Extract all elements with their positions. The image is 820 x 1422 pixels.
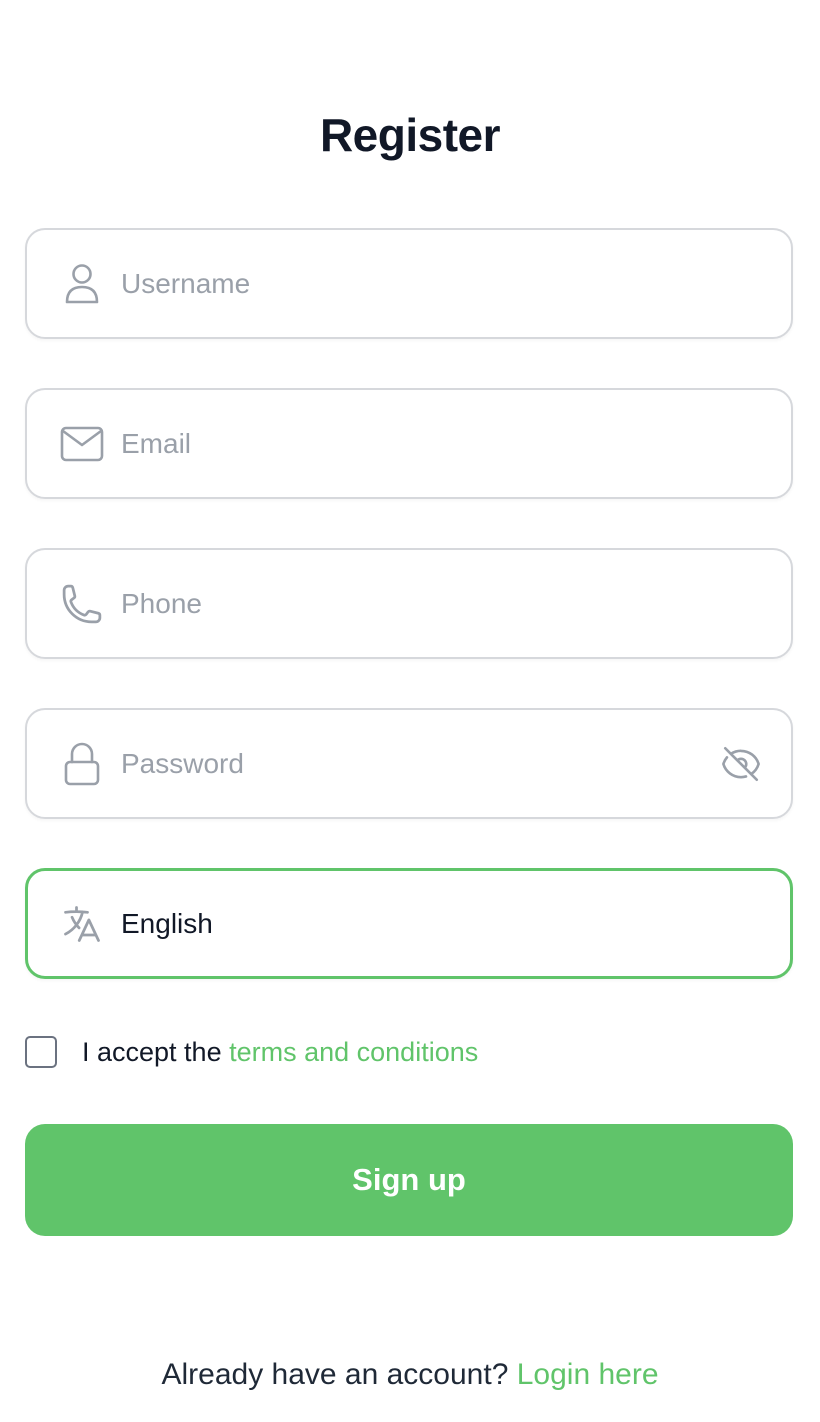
eye-off-icon[interactable] [719, 742, 763, 786]
login-prompt-text: Already have an account? [161, 1358, 517, 1391]
translate-icon [59, 901, 105, 947]
username-input[interactable] [121, 230, 711, 337]
phone-icon [59, 581, 105, 627]
terms-prefix: I accept the [82, 1036, 230, 1067]
email-input[interactable] [121, 390, 711, 497]
language-select[interactable] [25, 868, 793, 979]
phone-field[interactable] [25, 548, 793, 659]
language-input[interactable] [121, 871, 710, 976]
terms-link[interactable]: terms and conditions [229, 1037, 478, 1067]
login-prompt: Already have an account? Login here [0, 1358, 820, 1392]
email-field[interactable] [25, 388, 793, 499]
password-field[interactable] [25, 708, 793, 819]
signup-button[interactable]: Sign up [25, 1124, 793, 1236]
password-input[interactable] [121, 710, 711, 817]
user-icon [59, 261, 105, 307]
register-page: Register Username Email Phone English I … [0, 0, 820, 1422]
terms-row: I accept the terms and conditions [25, 1036, 478, 1068]
login-link[interactable]: Login here [517, 1358, 659, 1391]
mail-icon [59, 421, 105, 467]
phone-input[interactable] [121, 550, 711, 657]
terms-checkbox[interactable] [25, 1036, 57, 1068]
username-field[interactable] [25, 228, 793, 339]
page-title: Register [319, 109, 501, 161]
lock-icon [59, 741, 105, 787]
terms-label: I accept the terms and conditions [82, 1037, 478, 1068]
